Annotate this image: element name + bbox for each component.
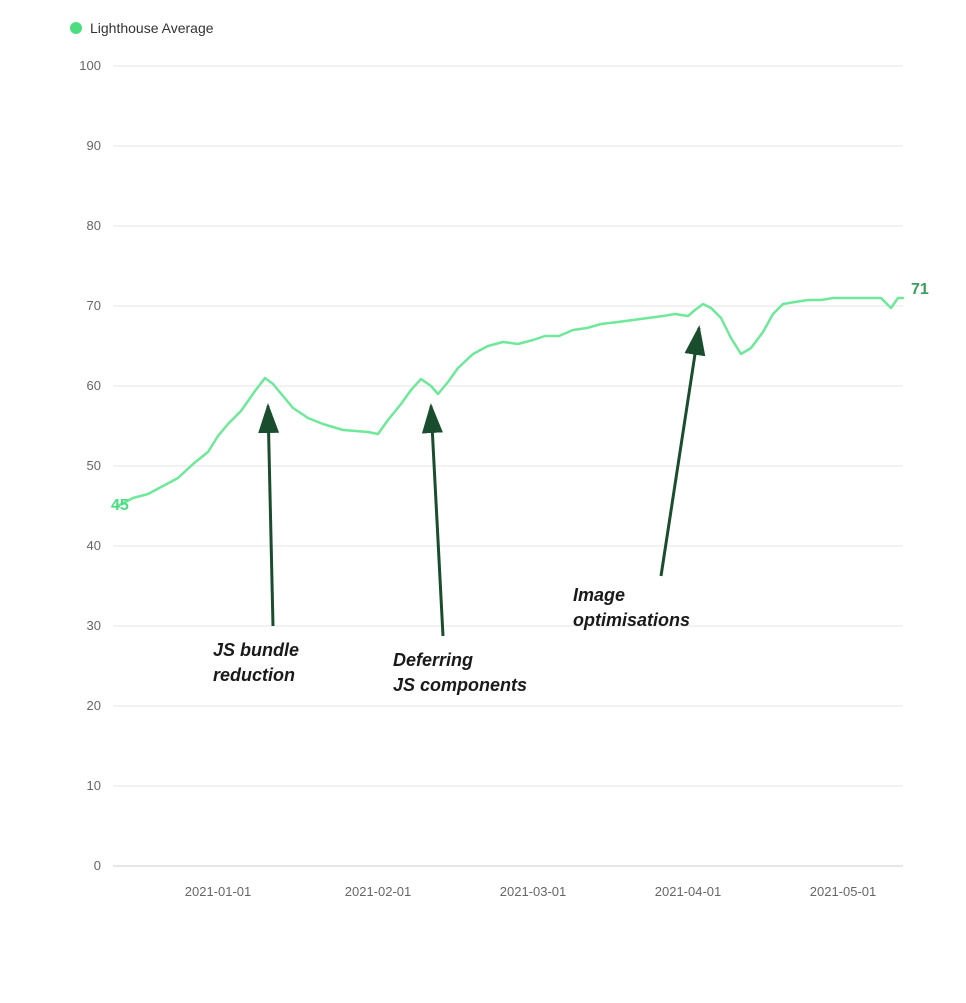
annotation-arrow-image-opt — [661, 328, 699, 576]
y-label-100: 100 — [79, 58, 101, 73]
lighthouse-line — [118, 298, 903, 506]
legend-label: Lighthouse Average — [90, 20, 214, 36]
annotation-label-image-opt-2: optimisations — [573, 610, 690, 630]
x-label-apr: 2021-04-01 — [655, 884, 722, 899]
y-label-80: 80 — [87, 218, 101, 233]
annotation-label-deferring-1: Deferring — [393, 650, 473, 670]
annotation-arrow-deferring-js — [431, 406, 443, 636]
y-label-50: 50 — [87, 458, 101, 473]
x-label-jan: 2021-01-01 — [185, 884, 252, 899]
y-label-20: 20 — [87, 698, 101, 713]
legend-dot — [70, 22, 82, 34]
y-label-60: 60 — [87, 378, 101, 393]
y-label-40: 40 — [87, 538, 101, 553]
y-label-0: 0 — [94, 858, 101, 873]
chart-area: 100 90 80 70 60 50 40 30 20 10 0 2021-01… — [60, 46, 926, 926]
annotation-label-js-bundle-1: JS bundle — [213, 640, 299, 660]
y-label-30: 30 — [87, 618, 101, 633]
start-value-label: 45 — [111, 497, 129, 514]
x-label-mar: 2021-03-01 — [500, 884, 567, 899]
annotation-label-js-bundle-2: reduction — [213, 665, 295, 685]
end-value-label: 71 — [911, 281, 929, 298]
x-label-may: 2021-05-01 — [810, 884, 877, 899]
x-label-feb: 2021-02-01 — [345, 884, 412, 899]
chart-legend: Lighthouse Average — [60, 20, 926, 36]
y-label-70: 70 — [87, 298, 101, 313]
annotation-label-deferring-2: JS components — [393, 675, 527, 695]
annotation-arrow-js-bundle — [268, 406, 273, 626]
y-label-90: 90 — [87, 138, 101, 153]
annotation-label-image-opt-1: Image — [573, 585, 625, 605]
chart-svg: 100 90 80 70 60 50 40 30 20 10 0 2021-01… — [60, 46, 926, 926]
y-label-10: 10 — [87, 778, 101, 793]
chart-container: Lighthouse Average 100 90 80 70 60 — [0, 0, 966, 1003]
